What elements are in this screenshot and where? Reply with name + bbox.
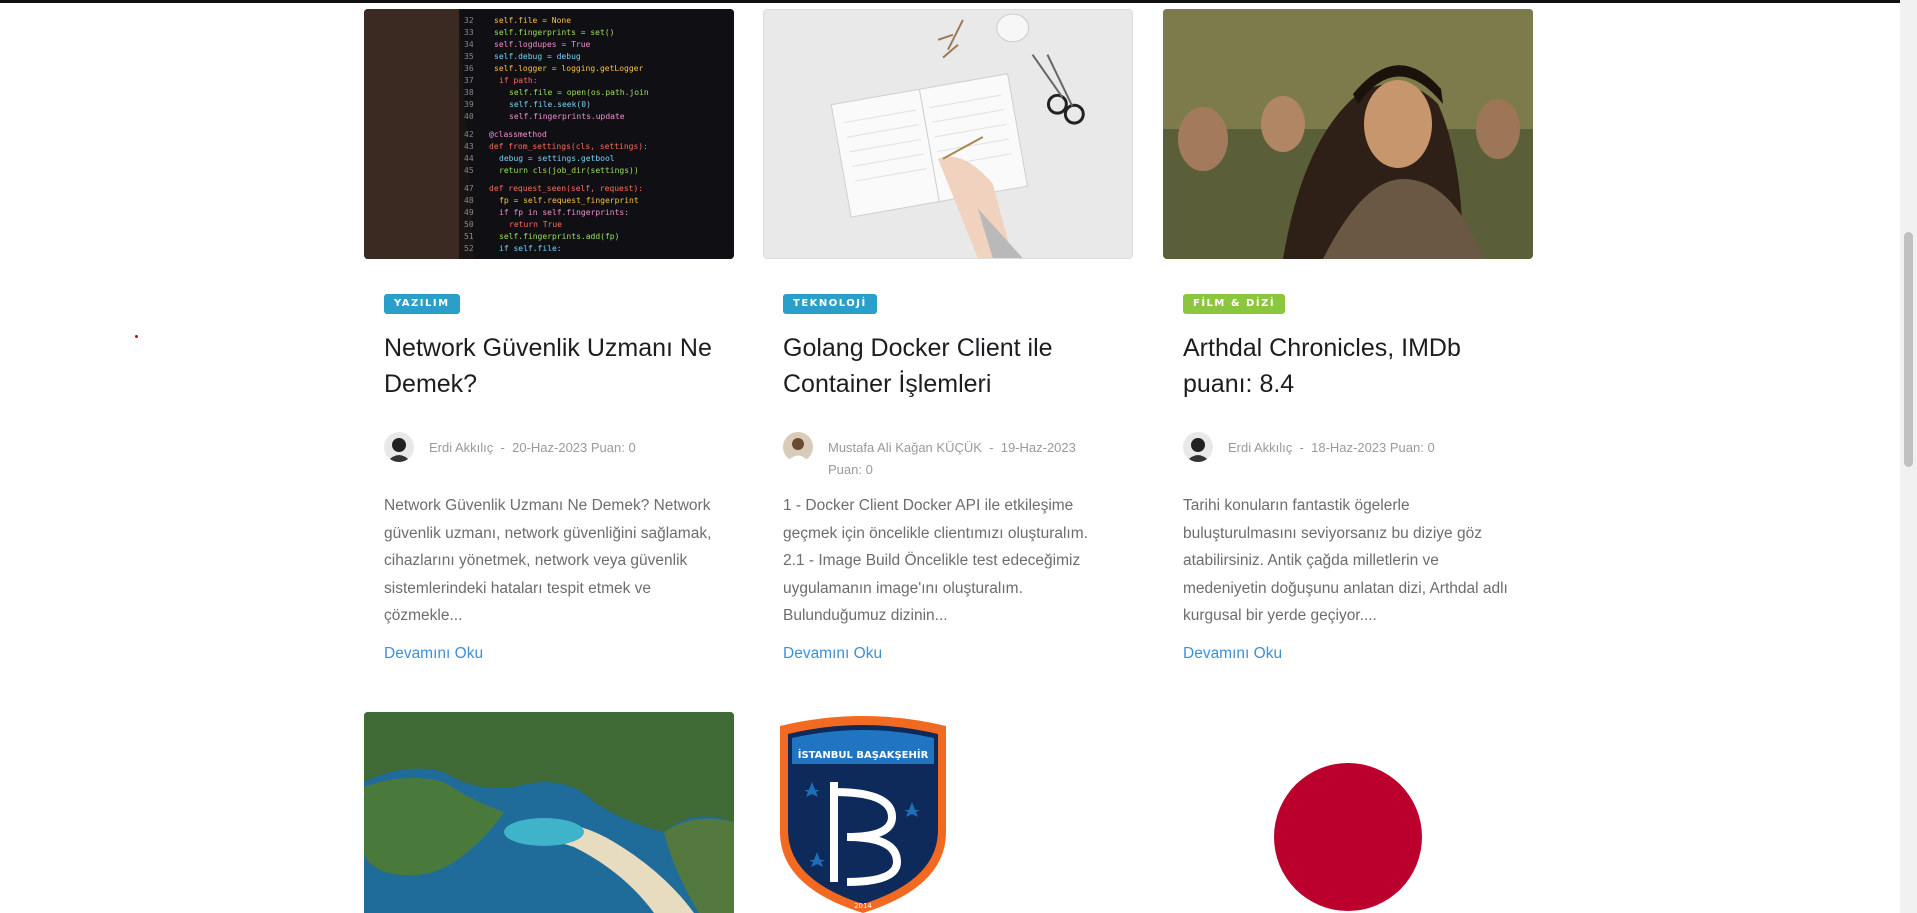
post-meta-text: Mustafa Ali Kağan KÜÇÜK - 19-Haz-2023 Pu… xyxy=(828,437,1113,481)
window-top-border xyxy=(0,0,1917,3)
svg-text:35: 35 xyxy=(464,52,474,61)
svg-text:def from_settings(cls, setting: def from_settings(cls, settings): xyxy=(489,142,648,151)
post-meta-text: Erdi Akkılıç - 20-Haz-2023 Puan: 0 xyxy=(429,437,714,459)
read-more-link[interactable]: Devamını Oku xyxy=(783,645,882,663)
author-name[interactable]: Mustafa Ali Kağan KÜÇÜK xyxy=(828,440,982,455)
svg-text:self.logdupes = True: self.logdupes = True xyxy=(494,40,591,49)
svg-text:40: 40 xyxy=(464,112,474,121)
post-date: 20-Haz-2023 xyxy=(512,440,588,455)
post-meta: Erdi Akkılıç - 18-Haz-2023 Puan: 0 xyxy=(1183,432,1513,482)
svg-text:self.fingerprints = set(): self.fingerprints = set() xyxy=(494,28,614,37)
post-meta-text: Erdi Akkılıç - 18-Haz-2023 Puan: 0 xyxy=(1228,437,1513,459)
svg-text:self.file = None: self.file = None xyxy=(494,16,571,25)
category-badge[interactable]: YAZILIM xyxy=(384,294,460,314)
post-date: 18-Haz-2023 xyxy=(1311,440,1387,455)
svg-text:49: 49 xyxy=(464,208,474,217)
svg-text:return True: return True xyxy=(509,220,562,229)
post-score: Puan: 0 xyxy=(1389,440,1435,455)
svg-text:39: 39 xyxy=(464,100,474,109)
post-image-warrior[interactable] xyxy=(1163,9,1533,259)
author-avatar[interactable] xyxy=(783,432,813,462)
svg-text:self.fingerprints.update: self.fingerprints.update xyxy=(509,112,625,121)
author-name[interactable]: Erdi Akkılıç xyxy=(429,440,493,455)
scrollbar-thumb[interactable] xyxy=(1904,232,1913,467)
post-date: 19-Haz-2023 xyxy=(1000,440,1076,455)
post-image-coastline[interactable] xyxy=(364,712,734,913)
svg-text:self.file = open(os.path.join: self.file = open(os.path.join xyxy=(509,88,649,97)
post-excerpt: Network Güvenlik Uzmanı Ne Demek? Networ… xyxy=(384,497,712,624)
post-image-notebook[interactable] xyxy=(763,9,1133,259)
svg-text:42: 42 xyxy=(464,130,474,139)
author-avatar[interactable] xyxy=(1183,432,1213,462)
meta-separator: - xyxy=(1299,440,1304,455)
svg-text:50: 50 xyxy=(464,220,474,229)
svg-text:51: 51 xyxy=(464,232,474,241)
svg-text:36: 36 xyxy=(464,64,474,73)
post-meta: Erdi Akkılıç - 20-Haz-2023 Puan: 0 xyxy=(384,432,714,482)
svg-text:38: 38 xyxy=(464,88,474,97)
meta-separator: - xyxy=(500,440,505,455)
read-more-link[interactable]: Devamını Oku xyxy=(1183,645,1282,663)
post-excerpt: 1 - Docker Client Docker API ile etkileş… xyxy=(783,497,1088,624)
svg-text:fp = self.request_fingerprint: fp = self.request_fingerprint xyxy=(499,196,639,205)
svg-text:33: 33 xyxy=(464,28,474,37)
svg-text:47: 47 xyxy=(464,184,474,193)
svg-text:@classmethod: @classmethod xyxy=(489,130,547,139)
post-title[interactable]: Golang Docker Client ile Container İşlem… xyxy=(783,330,1113,402)
svg-text:self.logger = logging.getLogge: self.logger = logging.getLogger xyxy=(494,64,643,73)
svg-text:return cls(job_dir(settings)): return cls(job_dir(settings)) xyxy=(499,166,639,175)
svg-text:if path:: if path: xyxy=(499,76,538,85)
author-avatar[interactable] xyxy=(384,432,414,462)
club-logo-text: İSTANBUL BAŞAKŞEHİR xyxy=(798,747,929,761)
post-title[interactable]: Network Güvenlik Uzmanı Ne Demek? xyxy=(384,330,714,402)
post-meta: Mustafa Ali Kağan KÜÇÜK - 19-Haz-2023 Pu… xyxy=(783,432,1113,482)
post-score: Puan: 0 xyxy=(828,462,873,477)
cursor-dot xyxy=(135,335,138,338)
svg-text:self.debug = debug: self.debug = debug xyxy=(494,52,581,61)
post-title[interactable]: Arthdal Chronicles, IMDb puanı: 8.4 xyxy=(1183,330,1513,402)
post-image-code-screen[interactable]: 32 self.file = None 33 self.fingerprints =… xyxy=(364,9,734,259)
svg-text:32: 32 xyxy=(464,16,474,25)
svg-text:if self.file:: if self.file: xyxy=(499,244,562,253)
post-excerpt: Tarihi konuların fantastik ögelerle bulu… xyxy=(1183,497,1508,624)
svg-text:if fp in self.fingerprints:: if fp in self.fingerprints: xyxy=(499,208,629,217)
read-more-link[interactable]: Devamını Oku xyxy=(384,645,483,663)
svg-text:45: 45 xyxy=(464,166,474,175)
svg-text:44: 44 xyxy=(464,154,474,163)
svg-text:34: 34 xyxy=(464,40,474,49)
author-name[interactable]: Erdi Akkılıç xyxy=(1228,440,1292,455)
category-badge[interactable]: FİLM & DİZİ xyxy=(1183,294,1286,314)
svg-text:37: 37 xyxy=(464,76,474,85)
svg-text:52: 52 xyxy=(464,244,474,253)
meta-separator: - xyxy=(989,440,994,455)
club-logo-year: 2014 xyxy=(854,902,872,910)
post-image-club-crest[interactable]: İSTANBUL BAŞAKŞEHİR 2014 xyxy=(772,712,954,913)
svg-text:self.file.seek(0): self.file.seek(0) xyxy=(509,100,591,109)
svg-text:48: 48 xyxy=(464,196,474,205)
svg-text:43: 43 xyxy=(464,142,474,151)
post-image-japan-flag[interactable] xyxy=(1163,712,1533,913)
svg-text:def request_seen(self, request: def request_seen(self, request): xyxy=(489,184,643,193)
svg-text:self.fingerprints.add(fp): self.fingerprints.add(fp) xyxy=(499,232,619,241)
page-scrollbar[interactable] xyxy=(1900,0,1917,913)
svg-text:debug = settings.getbool: debug = settings.getbool xyxy=(499,154,615,163)
category-badge[interactable]: TEKNOLOJİ xyxy=(783,294,877,314)
post-score: Puan: 0 xyxy=(590,440,636,455)
